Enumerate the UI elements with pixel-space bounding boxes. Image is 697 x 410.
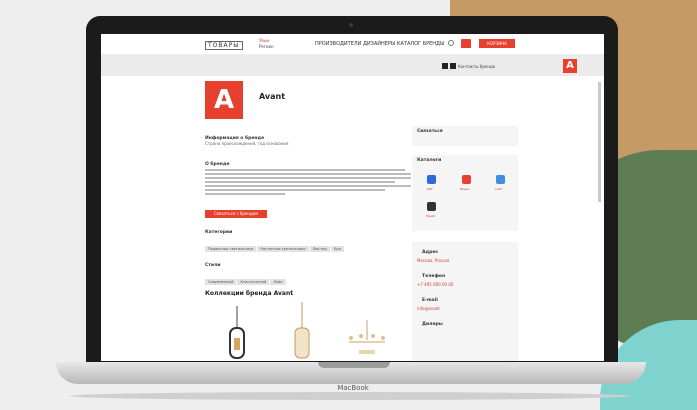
price-icon[interactable] [427,202,436,211]
laptop-brand: MacBook [337,384,369,392]
catalogs-heading: Каталоги [417,158,442,163]
styles-section: Стили Современный Классический Лофт [205,263,411,287]
about-heading: О бренде [205,162,230,167]
details-box: Адрес Москва, Россия Телефон +7 495 000 … [412,242,518,361]
cart-button[interactable]: КОРЗИНА [479,39,515,48]
category-tag[interactable]: Бра [331,246,344,252]
pdf-label: PDF [427,187,433,191]
category-tag[interactable]: Подвесные светильники [205,246,257,252]
website-icon[interactable] [496,175,505,184]
category-tag[interactable]: Люстры [309,246,331,252]
brand-name: Avant [259,92,286,101]
user-button[interactable] [461,39,471,48]
collections-title: Коллекции бренда Avant [205,290,294,297]
site-header: ТОВАРЫ Язык Регион ПРОИЗВОДИТЕЛИ ДИЗАЙНЕ… [101,34,604,55]
brand-bar [101,55,604,76]
video-icon[interactable] [462,175,471,184]
price-label: Прайс [426,214,436,218]
lamp-image[interactable] [225,306,249,361]
facebook-icon[interactable] [442,63,448,69]
brand-bar-text: Контакты бренда [458,64,496,69]
menu-items[interactable]: ПРОИЗВОДИТЕЛИ ДИЗАЙНЕРЫ КАТАЛОГ БРЕНДЫ [315,41,444,47]
brand-logo-small: A [563,59,577,73]
laptop-notch [318,362,390,368]
catalogs-box: Каталоги [412,155,518,231]
contact-box[interactable]: Связаться [412,126,518,146]
contact-brand-button[interactable]: Связаться с брендом [205,210,267,218]
instagram-icon[interactable] [450,63,456,69]
categories-section: Категории Подвесные светильники Настенные… [205,230,411,254]
style-tag[interactable]: Классический [237,279,270,285]
style-tag[interactable]: Современный [205,279,237,285]
styles-heading: Стили [205,263,221,268]
about-section: О бренде [205,162,411,197]
address-heading: Адрес [422,250,439,255]
site-logo[interactable]: ТОВАРЫ [205,41,243,50]
search-icon[interactable] [448,40,454,46]
email-heading: E-mail [422,298,438,303]
dealers-heading: Дилеры [422,322,443,327]
phone-heading: Телефон [422,274,446,279]
language-selector[interactable]: Язык Регион [259,38,274,50]
lamp-image[interactable] [345,320,389,361]
pdf-icon[interactable] [427,175,436,184]
video-label: Видео [460,187,470,191]
laptop-screen: ТОВАРЫ Язык Регион ПРОИЗВОДИТЕЛИ ДИЗАЙНЕ… [101,34,604,361]
main-menu[interactable]: ПРОИЗВОДИТЕЛИ ДИЗАЙНЕРЫ КАТАЛОГ БРЕНДЫ [315,41,444,47]
region-label: Регион [259,44,274,49]
camera-icon [349,23,353,27]
laptop-shadow [70,392,630,400]
brand-logo: A [205,81,243,119]
info-text: Страна происхождения, год основания [205,141,289,146]
contact-heading: Связаться [417,129,443,134]
lamp-image[interactable] [291,302,313,361]
about-text [205,169,411,195]
scrollbar[interactable] [598,82,601,202]
website-label: Сайт [495,187,503,191]
style-tag[interactable]: Лофт [270,279,287,285]
category-tag[interactable]: Настенные светильники [257,246,309,252]
categories-heading: Категории [205,230,233,235]
brand-info: Информация о бренде Страна происхождения… [205,136,411,146]
